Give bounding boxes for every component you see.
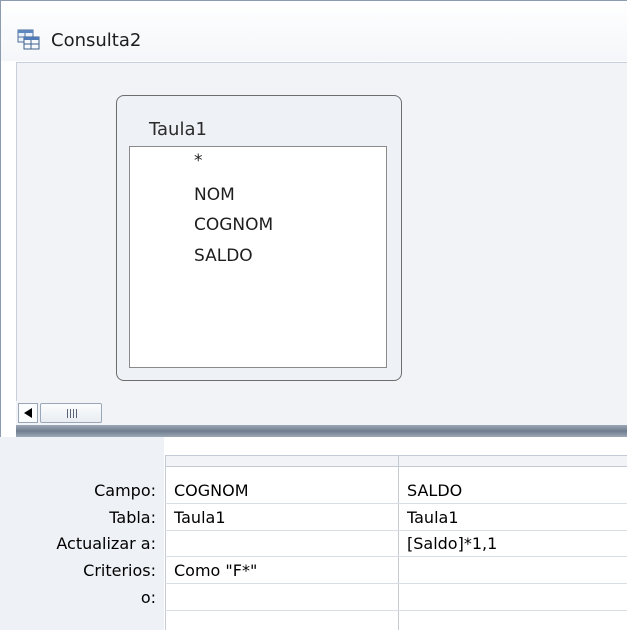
grid-divider xyxy=(165,503,627,504)
grid-divider xyxy=(165,455,166,630)
table-design-area[interactable]: Taula1 * NOM COGNOM SALDO xyxy=(16,62,627,435)
row-label-criterios: Criterios: xyxy=(83,561,156,580)
field-list[interactable]: * NOM COGNOM SALDO xyxy=(129,146,387,368)
grid-divider xyxy=(165,583,627,584)
table-field-list-box[interactable]: Taula1 * NOM COGNOM SALDO xyxy=(116,95,402,381)
field-item-nom[interactable]: NOM xyxy=(194,185,235,205)
grid-cell-tabla-2[interactable]: Taula1 xyxy=(407,508,459,527)
field-item-saldo[interactable]: SALDO xyxy=(194,246,253,266)
row-label-actualizar: Actualizar a: xyxy=(56,534,156,553)
table-name[interactable]: Taula1 xyxy=(149,119,207,140)
grid-divider xyxy=(165,610,627,611)
column-selector-bar[interactable] xyxy=(165,455,627,467)
window-titlebar: Consulta2 xyxy=(1,1,627,61)
pane-splitter[interactable] xyxy=(16,425,627,437)
grid-cell-criterios-1[interactable]: Como "F*" xyxy=(174,561,257,580)
grid-divider xyxy=(165,530,627,531)
grid-cell-tabla-1[interactable]: Taula1 xyxy=(174,508,226,527)
row-label-tabla: Tabla: xyxy=(109,508,156,527)
row-label-o: o: xyxy=(140,588,156,607)
query-design-grid: Campo: Tabla: Actualizar a: Criterios: o… xyxy=(0,437,627,630)
grid-divider xyxy=(398,455,399,630)
grid-cell-actualizar-2[interactable]: [Saldo]*1,1 xyxy=(407,534,497,553)
field-item-all[interactable]: * xyxy=(194,151,203,171)
grid-cell-campo-1[interactable]: COGNOM xyxy=(174,481,249,500)
scroll-thumb[interactable] xyxy=(40,403,102,423)
grid-cell-campo-2[interactable]: SALDO xyxy=(407,481,462,500)
field-item-cognom[interactable]: COGNOM xyxy=(194,215,273,235)
grid-divider xyxy=(165,556,627,557)
horizontal-scrollbar[interactable] xyxy=(16,401,627,425)
row-label-campo: Campo: xyxy=(94,481,156,500)
query-icon xyxy=(17,29,41,51)
window-title: Consulta2 xyxy=(51,30,142,51)
scroll-left-arrow-icon[interactable] xyxy=(18,403,38,423)
